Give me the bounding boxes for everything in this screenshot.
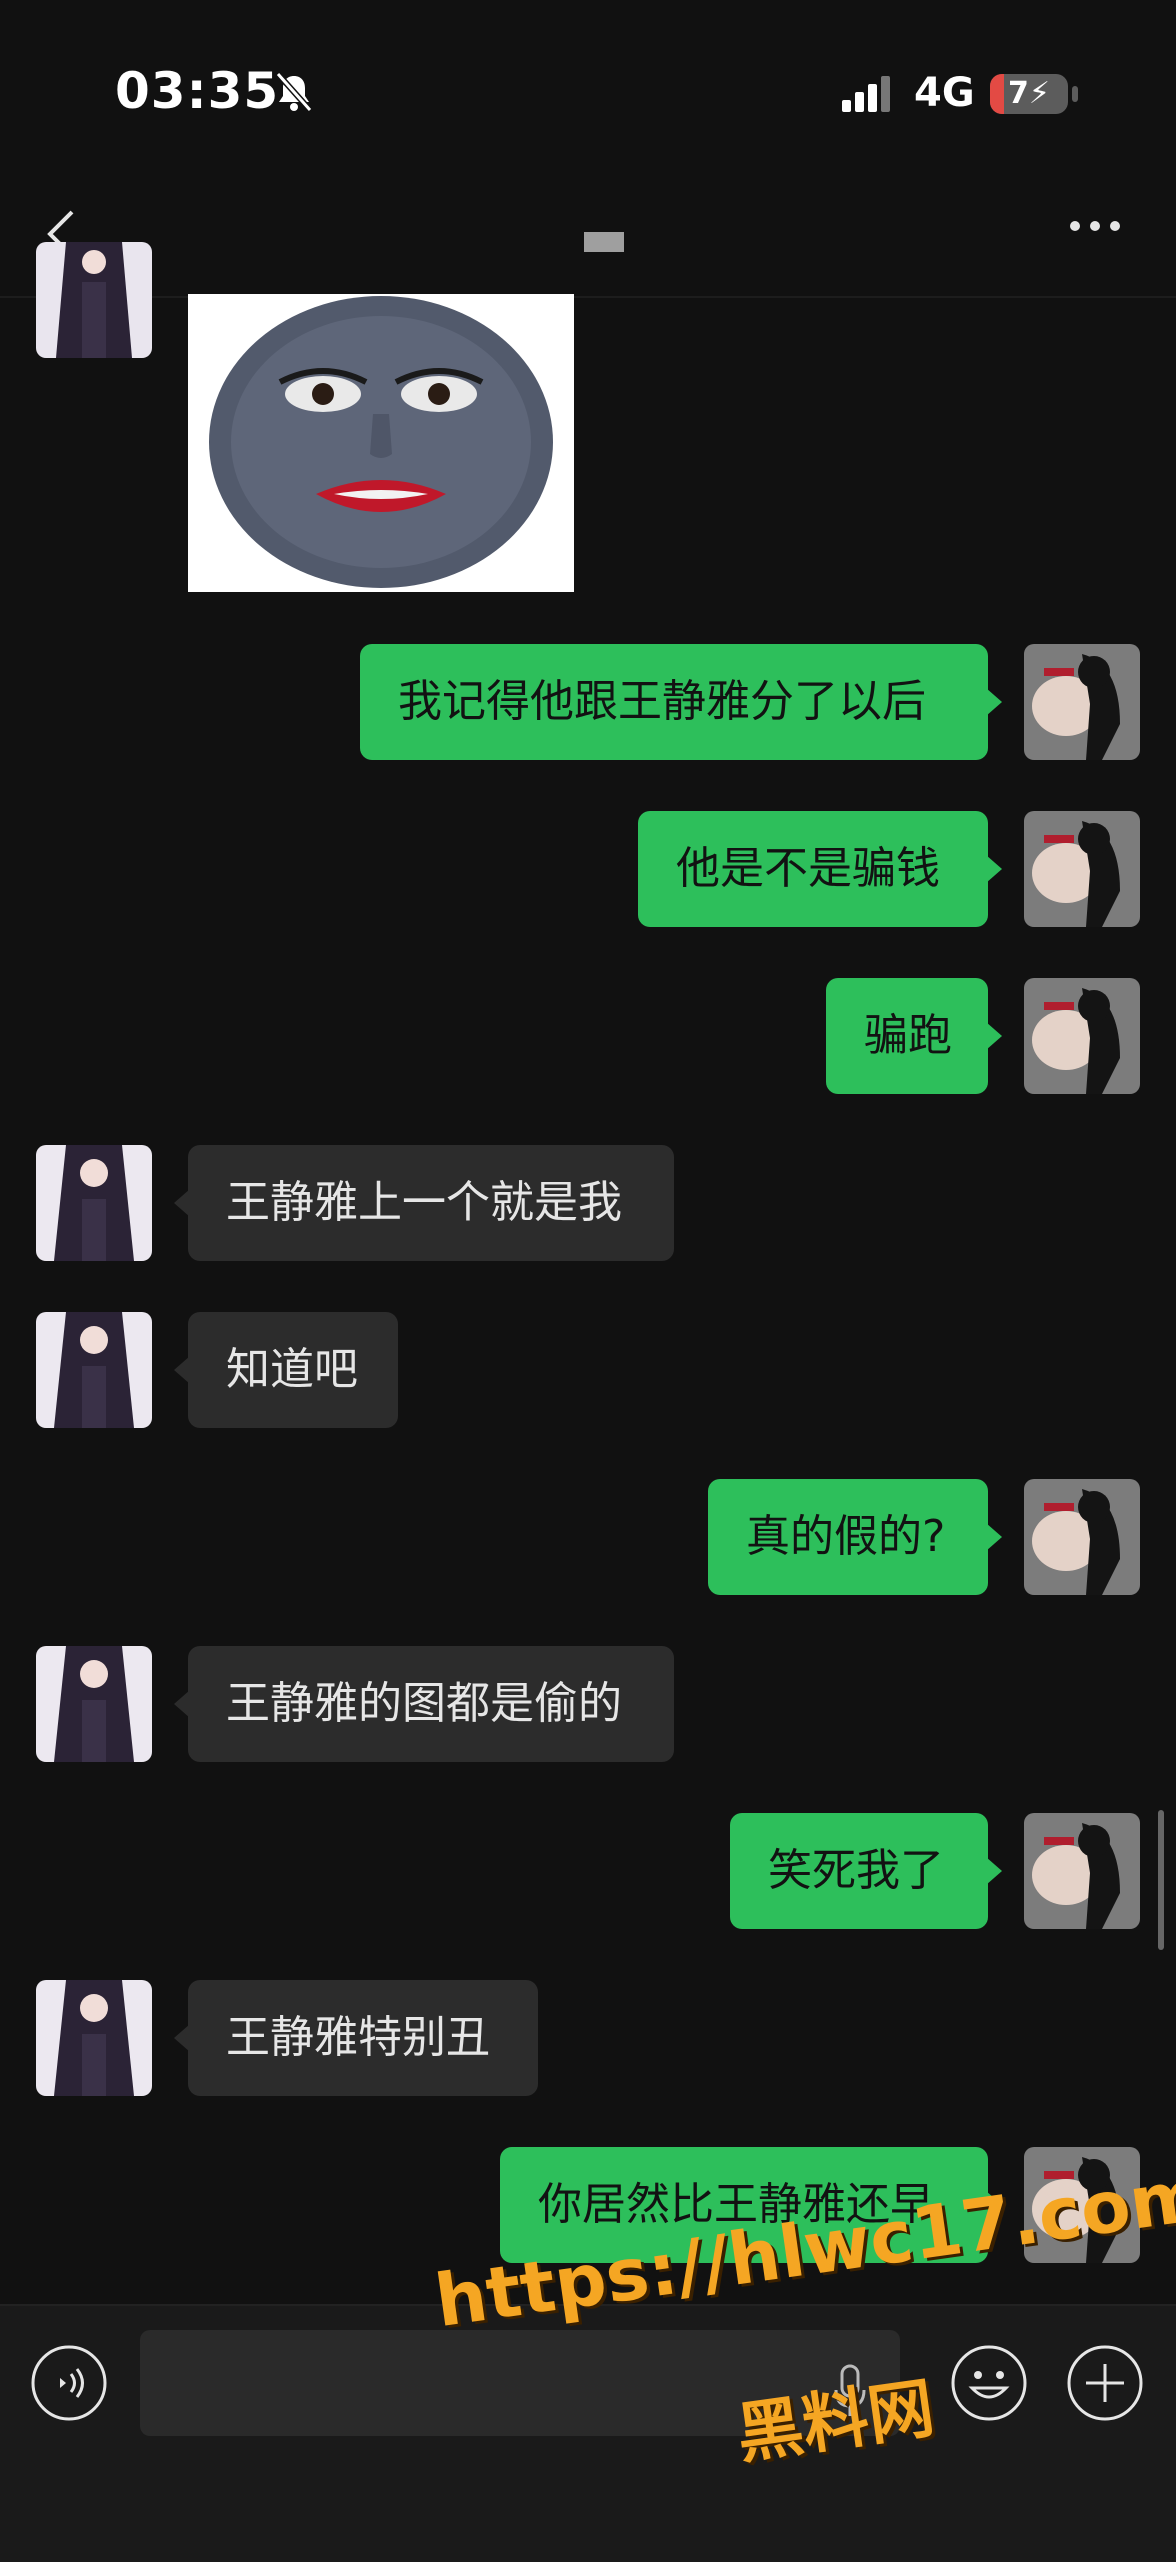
emoji-icon[interactable] [950,2344,1028,2422]
battery-cap [1072,86,1078,102]
chat-header [0,180,1176,298]
battery-indicator: 7⚡ [990,74,1068,114]
message-bubble-outgoing[interactable]: 骗跑 [826,978,1002,1094]
avatar-self[interactable] [1024,1479,1140,1595]
message-bubble-outgoing[interactable]: 我记得他跟王静雅分了以后 [360,644,1002,760]
avatar-contact[interactable] [36,242,152,358]
avatar-contact[interactable] [36,1980,152,2096]
avatar-contact[interactable] [36,1646,152,1762]
input-bar [0,2304,1176,2562]
message-bubble-incoming[interactable]: 王静雅特别丑 [174,1980,538,2096]
avatar-self[interactable] [1024,978,1140,1094]
message-bubble-outgoing[interactable]: 他是不是骗钱 [638,811,1002,927]
message-bubble-outgoing[interactable]: 真的假的? [708,1479,1002,1595]
status-bar: 03:35 4G 7⚡ [0,0,1176,180]
message-bubble-outgoing[interactable]: 笑死我了 [730,1813,1002,1929]
message-bubble-incoming[interactable]: 王静雅的图都是偷的 [174,1646,674,1762]
avatar-self[interactable] [1024,811,1140,927]
scrollbar[interactable] [1158,1810,1164,1950]
battery-text: 7⚡ [1008,76,1050,111]
voice-icon[interactable] [30,2344,108,2422]
chat-title-redacted [584,232,624,252]
signal-icon [842,76,890,112]
sticker-image[interactable] [188,294,574,592]
ellipsis-icon[interactable] [1068,216,1122,236]
avatar-self[interactable] [1024,1813,1140,1929]
status-time: 03:35 [115,62,280,120]
bell-muted-icon [275,72,313,112]
avatar-contact[interactable] [36,1145,152,1261]
message-bubble-incoming[interactable]: 王静雅上一个就是我 [174,1145,674,1261]
network-type: 4G [914,70,975,116]
avatar-self[interactable] [1024,644,1140,760]
plus-icon[interactable] [1066,2344,1144,2422]
message-bubble-incoming[interactable]: 知道吧 [174,1312,398,1428]
avatar-contact[interactable] [36,1312,152,1428]
